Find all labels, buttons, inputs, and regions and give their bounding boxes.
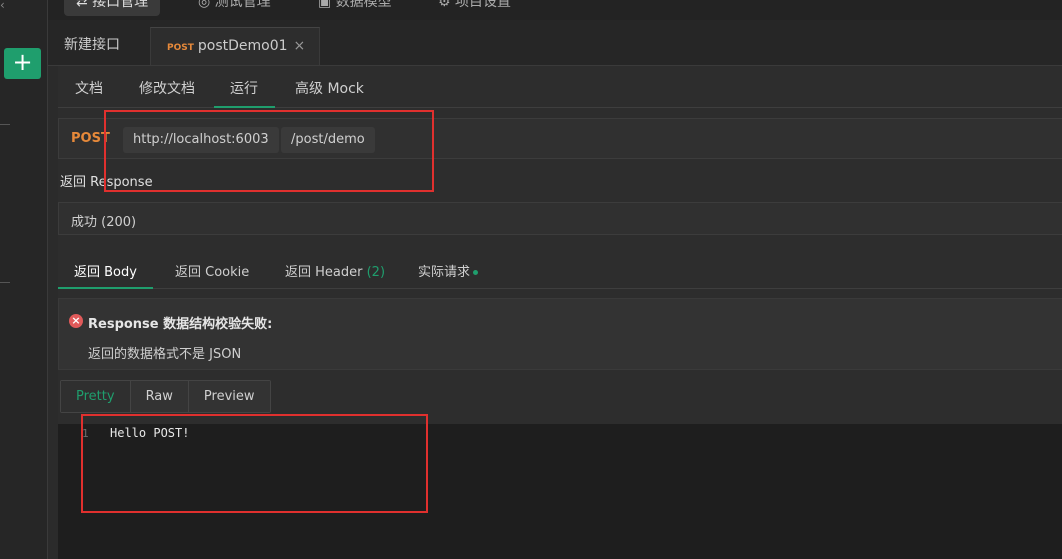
- tab-pretty[interactable]: Pretty: [61, 381, 131, 412]
- nav-item-interface[interactable]: ⇄ 接口管理: [64, 0, 161, 16]
- tab-raw[interactable]: Raw: [130, 381, 189, 412]
- request-method[interactable]: POST: [71, 131, 110, 146]
- sub-tabs: 文档 修改文档 运行 高级 Mock: [58, 66, 1062, 108]
- url-bar: POST http://localhost:6003 /post/demo: [58, 118, 1062, 159]
- nav-item-settings[interactable]: ⚙ 项目设置: [438, 0, 511, 16]
- error-message: 返回的数据格式不是 JSON: [88, 347, 242, 362]
- rail-divider: [0, 282, 10, 283]
- header-tab-label: 返回 Header: [285, 265, 363, 280]
- app-window: ‹ + ⇄ 接口管理 ◎ 测试管理 ▣ 数据模型 ⚙ 项目设置 新建接口 POS…: [0, 0, 1062, 559]
- status-text: 成功 (200): [71, 215, 137, 230]
- tab-title: postDemo01: [197, 38, 288, 54]
- top-nav: ⇄ 接口管理 ◎ 测试管理 ▣ 数据模型 ⚙ 项目设置: [48, 0, 1062, 20]
- test-icon: ◎: [198, 0, 215, 10]
- document-tabs: 新建接口 POST postDemo01 ×: [48, 20, 1062, 66]
- tab-edit-docs[interactable]: 修改文档: [139, 78, 195, 108]
- header-count: (2): [366, 265, 386, 280]
- method-tag: POST: [167, 43, 194, 53]
- response-label: 返回 Response: [60, 175, 153, 190]
- chevron-icon[interactable]: ‹: [0, 0, 10, 14]
- add-button[interactable]: +: [4, 48, 41, 79]
- left-rail: ‹ +: [0, 0, 48, 559]
- line-number: 1: [82, 427, 89, 440]
- host-field[interactable]: http://localhost:6003: [123, 127, 279, 153]
- tab-run[interactable]: 运行: [214, 78, 275, 108]
- tab-preview[interactable]: Preview: [188, 381, 270, 412]
- status-dot-icon: [473, 270, 479, 275]
- error-icon: ×: [69, 314, 83, 328]
- validation-error: × Response 数据结构校验失败: 返回的数据格式不是 JSON: [58, 298, 1062, 370]
- tab-docs[interactable]: 文档: [75, 78, 103, 108]
- tab-response-body[interactable]: 返回 Body: [58, 261, 153, 289]
- format-tabs: Pretty Raw Preview: [60, 380, 271, 413]
- tab-response-cookie[interactable]: 返回 Cookie: [175, 261, 249, 289]
- tab-new-interface[interactable]: 新建接口: [64, 27, 120, 65]
- tab-response-header[interactable]: 返回 Header (2): [285, 261, 385, 289]
- tab-mock[interactable]: 高级 Mock: [295, 78, 364, 108]
- status-box: 成功 (200): [58, 202, 1062, 235]
- settings-icon: ⚙: [438, 0, 456, 10]
- path-field[interactable]: /post/demo: [281, 127, 375, 153]
- interface-icon: ⇄: [76, 0, 93, 10]
- tab-actual-request[interactable]: 实际请求: [418, 261, 479, 289]
- response-editor[interactable]: 1 Hello POST!: [58, 424, 1062, 559]
- model-icon: ▣: [318, 0, 336, 10]
- error-title: Response 数据结构校验失败:: [88, 317, 273, 332]
- main-panel: 文档 修改文档 运行 高级 Mock POST http://localhost…: [58, 66, 1062, 559]
- tab-post-demo[interactable]: POST postDemo01 ×: [150, 27, 321, 65]
- nav-item-model[interactable]: ▣ 数据模型: [318, 0, 392, 16]
- close-icon[interactable]: ×: [294, 38, 306, 54]
- actual-request-label: 实际请求: [418, 265, 471, 280]
- code-line: Hello POST!: [110, 426, 190, 440]
- rail-divider: [0, 124, 10, 125]
- response-tabs: 返回 Body 返回 Cookie 返回 Header (2) 实际请求: [58, 251, 1062, 289]
- nav-item-test[interactable]: ◎ 测试管理: [198, 0, 271, 16]
